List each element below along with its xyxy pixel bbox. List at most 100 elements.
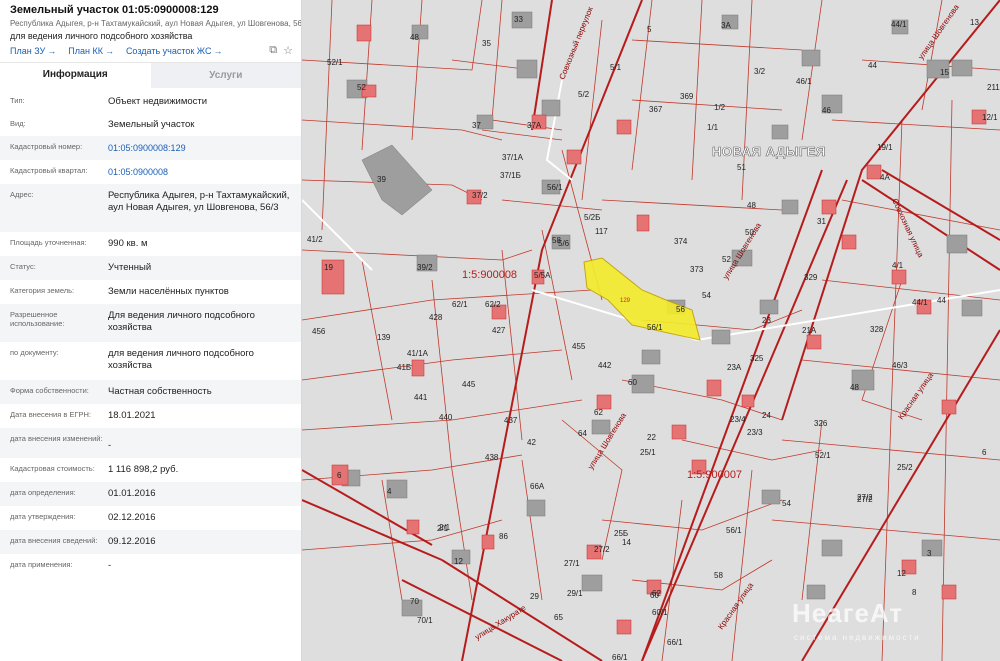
property-row: Форма собственности: Частная собственност… bbox=[0, 380, 301, 404]
tab-information[interactable]: Информация bbox=[0, 63, 151, 88]
property-row: дата внесения изменений: - bbox=[0, 428, 301, 458]
cad-number: 328 bbox=[870, 325, 884, 334]
parcel-label: 25Б bbox=[614, 529, 628, 538]
info-panel: Земельный участок 01:05:0900008:129 Респ… bbox=[0, 0, 302, 661]
property-value: Учтенный bbox=[108, 262, 152, 273]
parcel-label: 56/1 bbox=[647, 323, 663, 332]
cad-number: 438 bbox=[485, 453, 499, 462]
parcel-label: 62/1 bbox=[452, 300, 468, 309]
parcel-label: 3 bbox=[927, 549, 932, 558]
property-key: Статус: bbox=[10, 262, 36, 271]
parcel-label: 35 bbox=[482, 39, 491, 48]
property-row: дата внесения сведений: 09.12.2016 bbox=[0, 530, 301, 554]
star-icon[interactable]: ☆ bbox=[283, 44, 293, 57]
property-value: Для ведения личного подсобного хозяйства bbox=[108, 310, 255, 333]
parcel-label: 19/1 bbox=[877, 143, 893, 152]
map-canvas[interactable]: 129 НОВАЯ АДЫГЕЯ 1:5:900008 1:5:900007 С… bbox=[302, 0, 1000, 661]
property-row: Адрес: Республика Адыгея, р-н Тахтамукайс… bbox=[0, 184, 301, 232]
parcel-label: 23/3 bbox=[747, 428, 763, 437]
tab-bar: Информация Услуги bbox=[0, 62, 301, 88]
parcel-label: 66А bbox=[530, 482, 545, 491]
property-key: дата применения: bbox=[10, 560, 73, 569]
cad-number: 440 bbox=[439, 413, 453, 422]
property-row: по документу: для ведения личного подсобн… bbox=[0, 342, 301, 380]
quarter-label-900008: 1:5:900008 bbox=[462, 269, 517, 281]
cad-number: 441 bbox=[414, 393, 428, 402]
cadastral-number-link[interactable]: 01:05:0900008:129 bbox=[108, 142, 186, 160]
parcel-label: 5/2Б bbox=[584, 213, 600, 222]
property-value: для ведения личного подсобного хозяйства bbox=[108, 348, 254, 371]
object-address: Республика Адыгея, р-н Тахтамукайский, а… bbox=[10, 19, 302, 28]
parcel-label: 42 bbox=[527, 438, 536, 447]
property-key: по документу: bbox=[10, 348, 59, 357]
watermark-brand: НеагеАт bbox=[792, 598, 903, 628]
cad-number: 139 bbox=[377, 333, 391, 342]
parcel-label: 37/1А bbox=[502, 153, 524, 162]
property-row: Кадастровый квартал: 01:05:0900008 bbox=[0, 160, 301, 184]
parcel-label: 46 bbox=[822, 106, 831, 115]
watermark: НеагеАт система недвижимости bbox=[792, 598, 921, 642]
parcel-label: 33 bbox=[514, 15, 523, 24]
property-value: Частная собственность bbox=[108, 386, 212, 397]
plan-kk-link[interactable]: План КК → bbox=[68, 46, 114, 56]
property-key: Форма собственности: bbox=[10, 386, 89, 395]
property-row: дата утверждения: 02.12.2016 bbox=[0, 506, 301, 530]
parcel-label: 37 bbox=[472, 121, 481, 130]
create-parcel-link[interactable]: Создать участок ЖС → bbox=[126, 46, 223, 56]
cad-number: 445 bbox=[462, 380, 476, 389]
property-row: Кадастровая стоимость: 1 116 898,2 руб. bbox=[0, 458, 301, 482]
property-row: Категория земель: Земли населённых пункто… bbox=[0, 280, 301, 304]
parcel-label: 44 bbox=[868, 61, 877, 70]
header-icons: ⧉ ☆ bbox=[269, 44, 293, 57]
parcel-label: 54 bbox=[782, 499, 791, 508]
parcel-label: 13 bbox=[970, 18, 979, 27]
parcel-label: 4 bbox=[387, 487, 392, 496]
parcel-label: 44/1 bbox=[891, 20, 907, 29]
tab-services[interactable]: Услуги bbox=[150, 63, 301, 88]
parcel-label: 48 bbox=[747, 201, 756, 210]
parcel-label: 15 bbox=[940, 68, 949, 77]
property-list: Тип: Объект недвижимости Вид: Земельный уч… bbox=[0, 88, 301, 578]
parcel-label: 60 bbox=[628, 378, 637, 387]
copy-icon[interactable]: ⧉ bbox=[269, 44, 277, 57]
cad-number: 374 bbox=[674, 237, 688, 246]
cad-number: 373 bbox=[690, 265, 704, 274]
watermark-tagline: система недвижимости bbox=[794, 633, 921, 642]
cadastral-map[interactable]: 129 НОВАЯ АДЫГЕЯ 1:5:900008 1:5:900007 С… bbox=[302, 0, 1000, 661]
property-value: Земли населённых пунктов bbox=[108, 286, 229, 297]
parcel-label: 58 bbox=[552, 236, 561, 245]
parcel-label: 56 bbox=[676, 305, 685, 314]
cad-number: 326 bbox=[814, 419, 828, 428]
property-key: Дата внесения в ЕГРН: bbox=[10, 410, 92, 419]
arrow-right-icon: → bbox=[104, 46, 114, 56]
parcel-label: 46/3 bbox=[892, 361, 908, 370]
property-key: дата определения: bbox=[10, 488, 76, 497]
cad-number: 329 bbox=[804, 273, 818, 282]
parcel-label: 64 bbox=[578, 429, 587, 438]
action-links: План ЗУ → План КК → Создать участок ЖС → bbox=[10, 46, 291, 56]
parcel-label: 5/1 bbox=[610, 63, 622, 72]
arrow-right-icon: → bbox=[47, 46, 57, 56]
parcel-label: 62 bbox=[652, 589, 661, 598]
property-key: Разрешенное использование: bbox=[10, 310, 65, 328]
property-row: дата применения: - bbox=[0, 554, 301, 578]
parcel-label: 23/4 bbox=[730, 415, 746, 424]
property-value: 01.01.2016 bbox=[108, 488, 156, 499]
arrow-right-icon: → bbox=[213, 46, 223, 56]
plan-zu-link[interactable]: План ЗУ → bbox=[10, 46, 56, 56]
plan-zu-label: План ЗУ bbox=[10, 46, 46, 56]
property-value: 09.12.2016 bbox=[108, 536, 156, 547]
property-key: Кадастровая стоимость: bbox=[10, 464, 95, 473]
parcel-label: 4А bbox=[880, 173, 890, 182]
property-value: Республика Адыгея, р-н Тахтамукайский, а… bbox=[108, 190, 290, 213]
parcel-label: 44/1 bbox=[912, 298, 928, 307]
parcel-label: 62 bbox=[594, 408, 603, 417]
cadastral-quarter-link[interactable]: 01:05:0900008 bbox=[108, 166, 168, 184]
parcel-label: 58 bbox=[714, 571, 723, 580]
property-key: Площадь уточненная: bbox=[10, 238, 87, 247]
property-key: Тип: bbox=[10, 96, 25, 105]
parcel-label: 27/2 bbox=[594, 545, 610, 554]
parcel-label: 6 bbox=[982, 448, 987, 457]
parcel-label: 37А bbox=[527, 121, 542, 130]
cad-number: 427 bbox=[492, 326, 506, 335]
